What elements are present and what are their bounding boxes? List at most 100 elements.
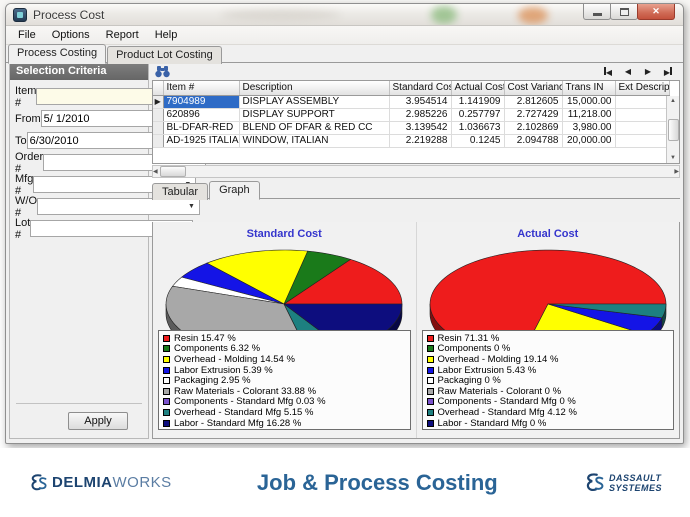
selection-criteria-panel: Selection Criteria Item #…From▼To▼Order …	[9, 63, 149, 439]
grid-cell[interactable]: 3.139542	[389, 121, 451, 134]
next-record-button[interactable]: ▶	[638, 65, 658, 79]
results-grid[interactable]: Item #DescriptionStandard CostActual Cos…	[152, 80, 680, 164]
legend-item: Packaging 0 %	[427, 375, 670, 386]
table-row[interactable]: 620896DISPLAY SUPPORT2.9852260.2577972.7…	[153, 108, 669, 121]
column-header[interactable]: Ext Description	[615, 81, 669, 95]
grid-cell[interactable]: 11,218.00	[562, 108, 615, 121]
title-bar[interactable]: Process Cost ✕	[6, 4, 683, 26]
grid-cell[interactable]: BLEND OF DFAR & RED CC	[239, 121, 389, 134]
tab-process-costing[interactable]: Process Costing	[8, 44, 106, 64]
close-button[interactable]: ✕	[637, 4, 675, 20]
legend-label: Overhead - Standard Mfg 4.12 %	[438, 407, 577, 418]
column-header[interactable]: Trans IN	[562, 81, 615, 95]
grid-cell[interactable]: 0.1245	[451, 134, 504, 147]
grid-cell[interactable]: 1.036673	[451, 121, 504, 134]
brand-line2: SYSTEMES	[609, 483, 662, 493]
legend-label: Resin 71.31 %	[438, 333, 500, 344]
legend-label: Labor - Standard Mfg 16.28 %	[174, 418, 301, 429]
grid-cell[interactable]: 620896	[163, 108, 239, 121]
field-label: Mfg #	[15, 173, 33, 197]
field-label: From	[15, 113, 41, 125]
legend-item: Labor Extrusion 5.43 %	[427, 365, 670, 376]
scroll-left-icon: ◀	[153, 166, 158, 177]
field-row: Mfg #▼	[15, 176, 143, 193]
menu-help[interactable]: Help	[147, 27, 186, 43]
grid-cell[interactable]: 2.102869	[504, 121, 562, 134]
grid-header: Item #DescriptionStandard CostActual Cos…	[153, 81, 669, 95]
row-selector[interactable]	[153, 134, 163, 147]
grid-cell[interactable]: WINDOW, ITALIAN	[239, 134, 389, 147]
grid-cell[interactable]: 2.985226	[389, 108, 451, 121]
table-row[interactable]: BL-DFAR-REDBLEND OF DFAR & RED CC3.13954…	[153, 121, 669, 134]
grid-cell[interactable]: 2.727429	[504, 108, 562, 121]
legend-color-chip	[163, 345, 170, 352]
menu-file[interactable]: File	[10, 27, 44, 43]
grid-cell[interactable]: 0.257797	[451, 108, 504, 121]
previous-record-button[interactable]: ◀	[618, 65, 638, 79]
field-label: Order #	[15, 151, 43, 175]
tab-graph[interactable]: Graph	[209, 181, 260, 200]
legend-label: Labor Extrusion 5.39 %	[174, 365, 273, 376]
legend-label: Components - Standard Mfg 0.03 %	[174, 396, 326, 407]
grid-cell[interactable]: 2.094788	[504, 134, 562, 147]
grid-cell[interactable]: DISPLAY ASSEMBLY	[239, 95, 389, 108]
brand-prefix: DELMIA	[52, 474, 113, 491]
table-row[interactable]: ▶7904989DISPLAY ASSEMBLY3.9545141.141909…	[153, 95, 669, 108]
legend-label: Overhead - Molding 19.14 %	[438, 354, 559, 365]
legend-color-chip	[427, 377, 434, 384]
grid-cell[interactable]: 7904989	[163, 95, 239, 108]
apply-button[interactable]: Apply	[68, 412, 128, 430]
last-record-button[interactable]: ▶	[658, 65, 678, 79]
binoculars-icon	[154, 65, 171, 78]
horizontal-scrollbar[interactable]: ◀ ▶	[152, 165, 680, 178]
first-record-button[interactable]: ◀	[598, 65, 618, 79]
row-selector[interactable]	[153, 108, 163, 121]
grid-cell[interactable]: 20,000.00	[562, 134, 615, 147]
find-button[interactable]	[154, 65, 171, 78]
tab-product-lot-costing[interactable]: Product Lot Costing	[107, 46, 222, 64]
grid-cell[interactable]: 3,980.00	[562, 121, 615, 134]
tab-tabular[interactable]: Tabular	[152, 183, 208, 200]
grid-cell[interactable]: 15,000.00	[562, 95, 615, 108]
grid-cell[interactable]: AD-1925 ITALIAN	[163, 134, 239, 147]
grid-cell[interactable]	[615, 121, 669, 134]
scroll-down-icon: ▼	[670, 153, 676, 163]
window-title: Process Cost	[33, 8, 104, 22]
menu-options[interactable]: Options	[44, 27, 98, 43]
legend-label: Components 6.32 %	[174, 343, 260, 354]
column-header[interactable]: Standard Cost	[389, 81, 451, 95]
vertical-scrollbar[interactable]: ▲ ▼	[666, 96, 679, 163]
standard-cost-legend: Resin 15.47 %Components 6.32 %Overhead -…	[158, 330, 411, 430]
column-header[interactable]: Item #	[163, 81, 239, 95]
legend-color-chip	[427, 409, 434, 416]
grid-cell[interactable]: 2.812605	[504, 95, 562, 108]
view-tabstrip: TabularGraph	[152, 181, 680, 199]
grid-cell[interactable]: 1.141909	[451, 95, 504, 108]
standard-cost-chart: Standard Cost Resin 15.47 %Components 6.…	[153, 222, 417, 438]
row-selector[interactable]: ▶	[153, 95, 163, 108]
field-row: Item #…	[15, 88, 143, 105]
row-selector[interactable]	[153, 121, 163, 134]
minimize-button[interactable]	[583, 4, 611, 20]
table-row[interactable]: AD-1925 ITALIANWINDOW, ITALIAN2.2192880.…	[153, 134, 669, 147]
column-header[interactable]: Actual Cost	[451, 81, 504, 95]
legend-item: Components 6.32 %	[163, 344, 406, 355]
legend-color-chip	[427, 345, 434, 352]
column-header[interactable]: Cost Variance	[504, 81, 562, 95]
3ds-swirl-icon	[28, 472, 48, 494]
grid-cell[interactable]	[615, 108, 669, 121]
grid-cell[interactable]: 2.219288	[389, 134, 451, 147]
grid-cell[interactable]	[615, 95, 669, 108]
grid-cell[interactable]	[615, 134, 669, 147]
grid-cell[interactable]: 3.954514	[389, 95, 451, 108]
grid-cell[interactable]: DISPLAY SUPPORT	[239, 108, 389, 121]
background-smudge	[221, 10, 341, 20]
field-row: Order #▼	[15, 154, 143, 171]
legend-item: Labor - Standard Mfg 0 %	[427, 418, 670, 429]
legend-label: Components - Standard Mfg 0 %	[438, 396, 576, 407]
menu-report[interactable]: Report	[98, 27, 147, 43]
grid-cell[interactable]: BL-DFAR-RED	[163, 121, 239, 134]
column-header[interactable]: Description	[239, 81, 389, 95]
maximize-button[interactable]	[610, 4, 638, 20]
record-nav: ◀◀▶▶	[598, 65, 678, 79]
